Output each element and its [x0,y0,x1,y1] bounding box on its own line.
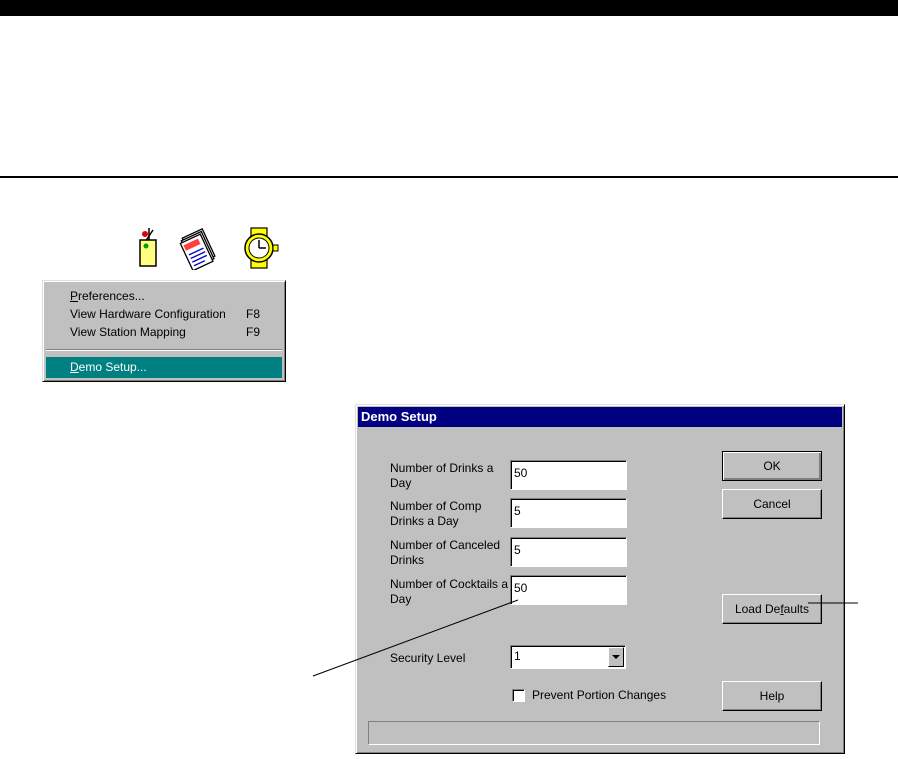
cocktails-per-day-label: Number of Cocktails a Day [390,577,509,606]
menu-item-label: View Station Mapping [70,325,186,339]
menu-item-demo-setup[interactable]: Demo Setup... [46,357,282,378]
comp-drinks-per-day-input[interactable]: 5 [510,498,627,528]
menu-item-view-hardware-configuration[interactable]: View Hardware Configuration F8 [46,304,282,324]
menu-item-preferences[interactable]: Preferences... [46,286,282,306]
top-border-bar [0,0,898,16]
menu-separator [46,349,282,351]
dropdown-arrow-icon[interactable] [608,647,624,667]
status-bar [368,721,820,745]
cocktails-per-day-input[interactable]: 50 [510,575,627,605]
prevent-portion-changes-checkbox[interactable] [512,689,525,702]
section-divider [0,176,898,178]
drinks-per-day-input[interactable]: 50 [510,460,627,490]
demo-setup-dialog: Demo Setup Number of Drinks a Day 50 Num… [355,404,845,754]
menu-item-shortcut: F9 [246,325,261,339]
comp-drinks-per-day-label: Number of Comp Drinks a Day [390,499,482,528]
cancel-button[interactable]: Cancel [722,489,822,519]
canceled-drinks-label: Number of Canceled Drinks [390,538,501,567]
menu-item-shortcut: F8 [246,307,261,321]
security-level-select[interactable]: 1 [510,645,626,669]
prevent-portion-changes-label: Prevent Portion Changes [532,688,667,702]
drinks-per-day-label: Number of Drinks a Day [390,461,494,490]
security-level-label: Security Level [390,651,466,665]
options-menu: Preferences... View Hardware Configurati… [42,280,286,382]
dialog-title: Demo Setup [358,407,842,427]
clock-icon[interactable] [236,226,282,270]
ok-button[interactable]: OK [722,451,822,481]
menu-item-label: View Hardware Configuration [70,307,226,321]
security-level-value: 1 [514,649,521,663]
menu-report-icon[interactable] [178,226,220,270]
menu-item-label: Preferences... [70,289,145,303]
help-button[interactable]: Help [722,681,822,711]
load-defaults-button[interactable]: Load Defaults [722,594,822,624]
menu-item-view-station-mapping[interactable]: View Station Mapping F9 [46,322,282,342]
canceled-drinks-input[interactable]: 5 [510,537,627,567]
menu-item-label: Demo Setup... [70,360,147,374]
drink-icon[interactable] [133,226,163,270]
